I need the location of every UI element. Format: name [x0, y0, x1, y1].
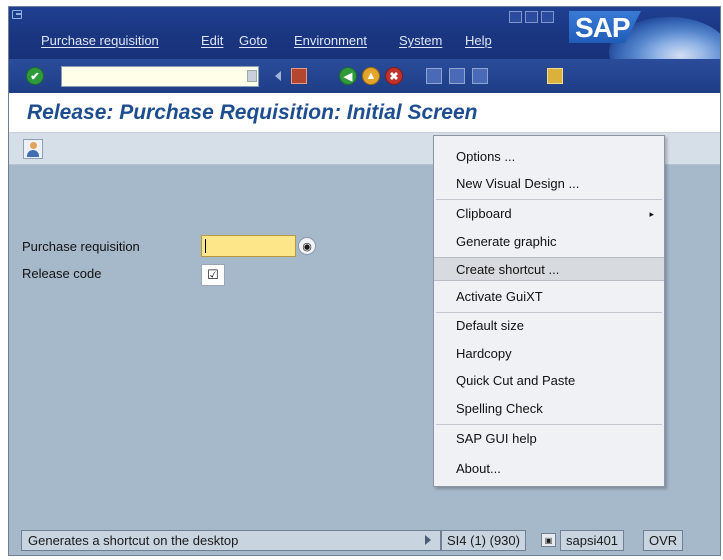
- sap-gui-window: Purchase requisition Edit Goto Environme…: [8, 6, 721, 556]
- menu-separator: [436, 312, 662, 313]
- system-info[interactable]: SI4 (1) (930): [441, 530, 526, 551]
- sap-logo-text: SAP: [575, 12, 631, 43]
- menu-environment[interactable]: Environment: [294, 33, 367, 48]
- menu-goto[interactable]: Goto: [239, 33, 267, 48]
- menu-item-sap-gui-help[interactable]: SAP GUI help: [434, 427, 664, 451]
- menu-item-label: Clipboard: [456, 206, 512, 221]
- close-icon[interactable]: [541, 11, 554, 23]
- release-code-checkbox[interactable]: ☑: [201, 264, 225, 286]
- standard-toolbar: ✔ ◀ ▲ ✖: [9, 59, 720, 93]
- menu-item-clipboard[interactable]: Clipboard ▸: [434, 202, 664, 226]
- search-help-icon[interactable]: ◉: [298, 237, 316, 255]
- system-menu-icon[interactable]: [12, 10, 22, 19]
- screen-title-bar: Release: Purchase Requisition: Initial S…: [9, 93, 720, 133]
- purchase-requisition-label: Purchase requisition: [22, 239, 140, 254]
- save-icon[interactable]: [291, 68, 307, 84]
- menu-system[interactable]: System: [399, 33, 442, 48]
- menu-item-create-shortcut[interactable]: Create shortcut ...: [434, 257, 664, 281]
- menu-item-generate-graphic[interactable]: Generate graphic: [434, 230, 664, 254]
- command-dropdown-icon[interactable]: [247, 70, 257, 82]
- window-controls: [509, 11, 554, 23]
- status-bar: Generates a shortcut on the desktop SI4 …: [9, 527, 720, 555]
- back-icon[interactable]: ◀: [339, 67, 357, 85]
- menu-item-about[interactable]: About...: [434, 457, 664, 481]
- text-cursor: [205, 239, 206, 253]
- purchase-requisition-input[interactable]: [201, 235, 296, 257]
- menu-item-new-visual-design[interactable]: New Visual Design ...: [434, 172, 664, 196]
- person-icon[interactable]: [23, 139, 43, 159]
- page-title: Release: Purchase Requisition: Initial S…: [27, 101, 478, 124]
- cancel-icon[interactable]: ✖: [385, 67, 403, 85]
- input-mode[interactable]: OVR: [643, 530, 684, 551]
- find-icon[interactable]: [449, 68, 465, 84]
- server-name: sapsi401: [560, 530, 625, 551]
- menu-edit[interactable]: Edit: [201, 33, 223, 48]
- menu-item-hardcopy[interactable]: Hardcopy: [434, 342, 664, 366]
- release-code-label: Release code: [22, 266, 102, 281]
- exit-icon[interactable]: ▲: [362, 67, 380, 85]
- menu-item-default-size[interactable]: Default size: [434, 314, 664, 338]
- session-info-icon[interactable]: ▣: [541, 533, 556, 547]
- maximize-icon[interactable]: [525, 11, 538, 23]
- menu-separator: [436, 424, 662, 425]
- print-icon[interactable]: [426, 68, 442, 84]
- menu-item-activate-guixt[interactable]: Activate GuiXT: [434, 285, 664, 309]
- enter-icon[interactable]: ✔: [26, 67, 44, 85]
- menu-separator: [436, 199, 662, 200]
- command-field[interactable]: [61, 66, 259, 87]
- menu-purchase-requisition[interactable]: Purchase requisition: [41, 33, 159, 48]
- status-message: Generates a shortcut on the desktop: [21, 530, 441, 551]
- status-toggle-icon[interactable]: [425, 535, 431, 545]
- menu-item-spelling-check[interactable]: Spelling Check: [434, 397, 664, 421]
- back-arrow-icon[interactable]: [275, 71, 281, 81]
- customize-layout-menu: Options ... New Visual Design ... Clipbo…: [433, 135, 665, 487]
- menu-item-quick-cut-and-paste[interactable]: Quick Cut and Paste: [434, 369, 664, 393]
- menu-item-options[interactable]: Options ...: [434, 145, 664, 169]
- menu-bar: Purchase requisition Edit Goto Environme…: [9, 7, 720, 87]
- submenu-arrow-icon: ▸: [649, 209, 654, 219]
- find-next-icon[interactable]: [472, 68, 488, 84]
- minimize-icon[interactable]: [509, 11, 522, 23]
- create-session-icon[interactable]: [547, 68, 563, 84]
- menu-help[interactable]: Help: [465, 33, 492, 48]
